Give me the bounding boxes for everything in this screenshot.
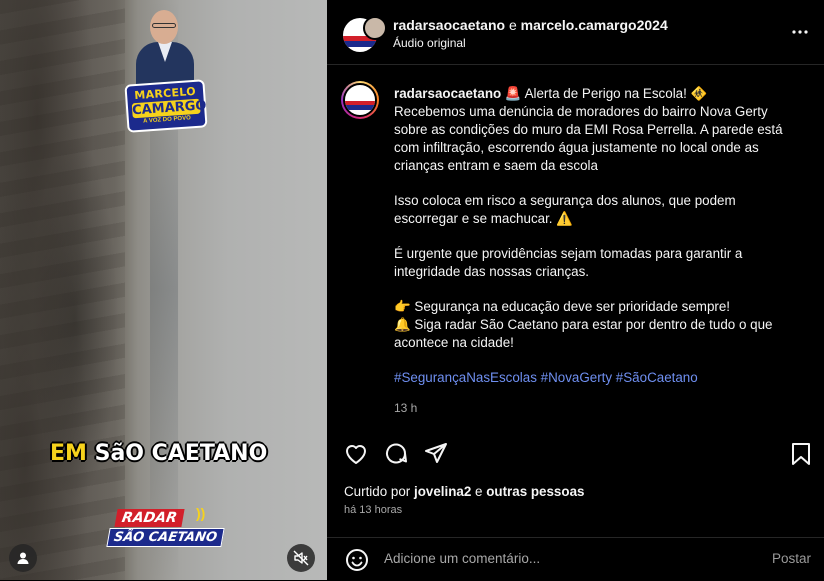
tagged-people-button[interactable] — [9, 544, 37, 572]
video-player[interactable]: MARCELO CAMARGO A VOZ DO POVO EM SãO CAE… — [0, 0, 327, 580]
collaborator-avatar[interactable] — [363, 16, 387, 40]
caption-username[interactable]: radarsaocaetano — [394, 86, 501, 101]
post-time: 13 h — [394, 401, 418, 415]
post-comment-button[interactable]: Postar — [772, 551, 811, 566]
hashtags[interactable]: #SegurançaNasEscolas #NovaGerty #SãoCaet… — [394, 369, 794, 387]
share-icon[interactable] — [423, 441, 449, 467]
account1-link[interactable]: radarsaocaetano — [393, 17, 505, 33]
badge-nameplate: MARCELO CAMARGO A VOZ DO POVO — [124, 79, 208, 133]
liked-joiner: e — [475, 484, 483, 499]
comment-bar: Adicione um comentário... Postar — [327, 537, 824, 581]
caption-avatar[interactable] — [341, 81, 379, 119]
person-figure — [136, 8, 194, 88]
audio-link[interactable]: Áudio original — [393, 36, 466, 50]
mute-icon — [293, 550, 309, 566]
liked-user[interactable]: jovelina2 — [414, 484, 471, 499]
caption-avatar-blue-band — [345, 105, 375, 111]
post-panel: radarsaocaetano e marcelo.camargo2024 Áu… — [327, 0, 824, 580]
bookmark-icon[interactable] — [788, 441, 814, 467]
caption-para3: É urgente que providências sejam tomadas… — [394, 246, 743, 279]
more-icon[interactable] — [790, 22, 810, 42]
glasses-shape — [152, 23, 176, 28]
caption-para1: Recebemos uma denúncia de moradores do b… — [394, 104, 783, 173]
caption-prefix: EM — [50, 441, 87, 466]
radar-logo: RADAR )) SÃO CAETANO — [106, 505, 225, 549]
marcelo-camargo-badge: MARCELO CAMARGO A VOZ DO POVO — [124, 8, 208, 136]
liked-prefix: Curtido por — [344, 484, 411, 499]
liked-by: Curtido por jovelina2 e outras pessoas — [344, 484, 584, 499]
post-age: há 13 horas — [344, 504, 403, 516]
post-header: radarsaocaetano e marcelo.camargo2024 Áu… — [327, 0, 824, 65]
caption-avatar-image — [343, 83, 377, 117]
account2-link[interactable]: marcelo.camargo2024 — [521, 17, 668, 33]
comment-input[interactable]: Adicione um comentário... — [384, 551, 540, 566]
caption-line1: 🚨 Alerta de Perigo na Escola! 🚸 — [504, 86, 708, 101]
wet-wall-area — [0, 0, 125, 580]
mute-button[interactable] — [287, 544, 315, 572]
post-caption: radarsaocaetano 🚨 Alerta de Perigo na Es… — [394, 85, 794, 417]
header-accounts: radarsaocaetano e marcelo.camargo2024 — [393, 17, 668, 33]
action-bar — [327, 437, 824, 473]
avatar-blue-band — [343, 41, 377, 47]
signal-icon: )) — [196, 505, 206, 521]
caption-para4b: 🔔 Siga radar São Caetano para estar por … — [394, 317, 773, 350]
caption-para4a: 👉 Segurança na educação deve ser priorid… — [394, 299, 731, 314]
post-body: radarsaocaetano 🚨 Alerta de Perigo na Es… — [327, 65, 824, 435]
logo-line2: SÃO CAETANO — [106, 528, 225, 547]
heart-icon[interactable] — [343, 441, 369, 467]
caption-para2: Isso coloca em risco a segurança dos alu… — [394, 193, 736, 226]
liked-others[interactable]: outras pessoas — [486, 484, 584, 499]
comment-icon[interactable] — [383, 441, 409, 467]
logo-line1: RADAR — [114, 509, 185, 527]
caption-main: SãO CAETANO — [94, 441, 268, 466]
header-joiner: e — [508, 17, 517, 33]
profile-icon — [17, 552, 29, 564]
emoji-icon[interactable] — [345, 548, 369, 572]
video-caption: EM SãO CAETANO — [50, 441, 267, 466]
